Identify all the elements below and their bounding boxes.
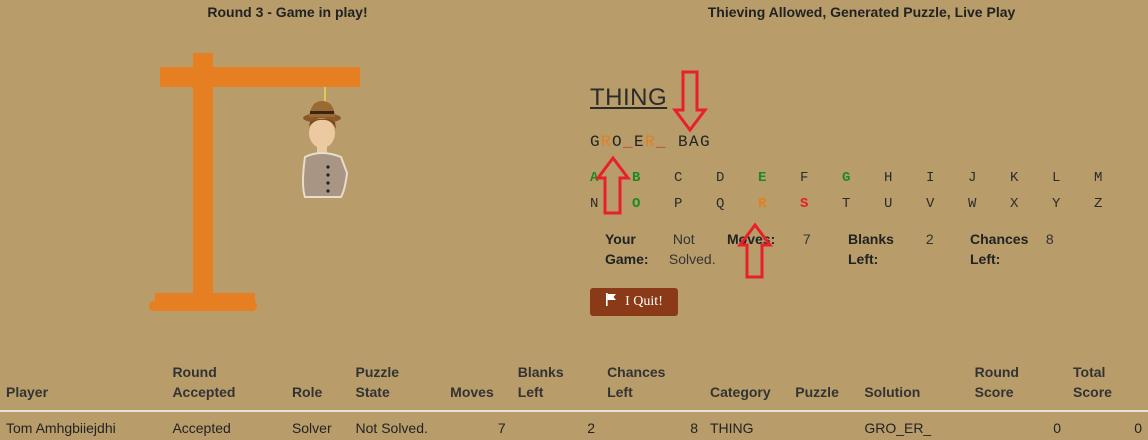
arrow-up-icon [595, 155, 631, 215]
arrow-down-icon [672, 70, 708, 133]
annotation-arrows [595, 70, 773, 279]
arrow-up-icon [737, 222, 773, 279]
